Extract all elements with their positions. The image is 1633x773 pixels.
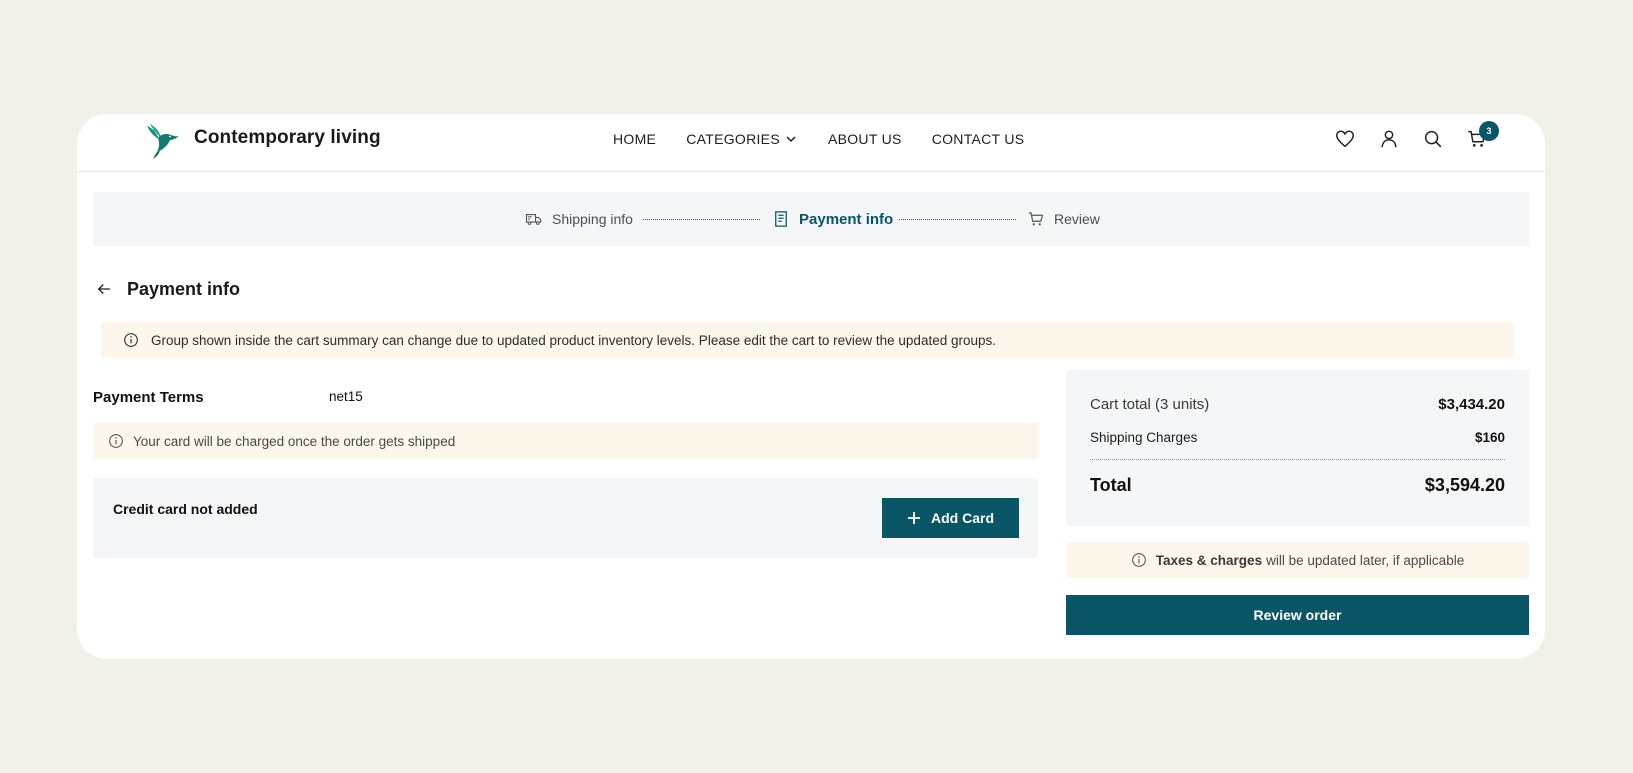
nav-contact-label: CONTACT US — [931, 131, 1025, 147]
tax-note: Taxes & charges will be updated later, i… — [1066, 542, 1529, 578]
cart-count-badge: 3 — [1479, 121, 1499, 141]
info-icon — [109, 434, 123, 448]
step-shipping-label: Shipping info — [552, 211, 633, 227]
add-card-label: Add Card — [931, 510, 994, 526]
page-title-row: Payment info — [93, 278, 240, 300]
total-value: $3,594.20 — [1424, 475, 1505, 495]
shipping-value: $160 — [1474, 430, 1505, 445]
cart-total-label: Cart total (3 units) — [1090, 396, 1210, 413]
order-summary: Cart total (3 units) $3,434.20 Shipping … — [1066, 370, 1529, 526]
inventory-alert: Group shown inside the cart summary can … — [101, 322, 1514, 358]
info-icon — [1131, 553, 1146, 567]
heart-icon[interactable] — [1323, 125, 1367, 153]
card-status: Credit card not added — [113, 501, 258, 517]
site-header: Contemporary living HOME CATEGORIES ABOU… — [77, 114, 1545, 172]
total-row: Total $3,594.20 — [1090, 475, 1505, 496]
inventory-alert-text: Group shown inside the cart summary can … — [151, 332, 996, 348]
charge-note-text: Your card will be charged once the order… — [133, 433, 456, 449]
payment-terms-label: Payment Terms — [93, 389, 204, 406]
page-title: Payment info — [127, 278, 241, 299]
cart-icon — [1028, 212, 1043, 226]
nav-home-label: HOME — [613, 131, 657, 147]
plus-icon — [908, 512, 920, 524]
review-order-label: Review order — [1253, 607, 1342, 623]
hummingbird-logo[interactable] — [141, 120, 181, 160]
header-actions: 3 — [1323, 121, 1499, 153]
tax-note-bold: Taxes & charges — [1155, 552, 1263, 568]
step-review-label: Review — [1054, 211, 1100, 227]
nav-categories[interactable]: CATEGORIES — [686, 131, 798, 147]
cart-icon[interactable]: 3 — [1455, 121, 1499, 153]
nav-categories-label: CATEGORIES — [686, 131, 780, 147]
checkout-stepper: Shipping info Payment info Review — [93, 192, 1529, 246]
cart-total-row: Cart total (3 units) $3,434.20 — [1090, 396, 1505, 413]
step-payment-label: Payment info — [799, 210, 894, 228]
cart-total-value: $3,434.20 — [1438, 396, 1505, 413]
stepper-connector — [643, 219, 760, 220]
summary-divider — [1090, 459, 1505, 460]
nav-home[interactable]: HOME — [613, 131, 656, 147]
credit-card-panel: Credit card not added Add Card — [93, 478, 1038, 558]
step-review[interactable]: Review — [1027, 192, 1100, 246]
nav-about[interactable]: ABOUT US — [828, 131, 902, 147]
review-order-button[interactable]: Review order — [1066, 595, 1529, 635]
shipping-label: Shipping Charges — [1090, 430, 1198, 445]
charge-note: Your card will be charged once the order… — [93, 423, 1038, 459]
stepper-connector — [899, 219, 1016, 220]
info-icon — [124, 333, 138, 347]
nav-contact[interactable]: CONTACT US — [932, 131, 1025, 147]
receipt-icon — [775, 211, 787, 227]
back-arrow-icon[interactable] — [93, 278, 115, 300]
chevron-down-icon — [786, 136, 796, 143]
app-window: Contemporary living HOME CATEGORIES ABOU… — [77, 114, 1545, 659]
step-payment-info[interactable]: Payment info — [772, 192, 893, 246]
search-icon[interactable] — [1411, 125, 1455, 153]
brand-name[interactable]: Contemporary living — [194, 127, 381, 149]
user-icon[interactable] — [1367, 125, 1411, 153]
shipping-row: Shipping Charges $160 — [1090, 430, 1505, 445]
payment-terms-value: net15 — [329, 389, 363, 404]
nav-about-label: ABOUT US — [827, 131, 902, 147]
total-label: Total — [1090, 475, 1132, 495]
step-shipping-info[interactable]: Shipping info — [525, 192, 633, 246]
add-card-button[interactable]: Add Card — [882, 498, 1019, 538]
main-nav: HOME CATEGORIES ABOUT US CONTACT US — [613, 131, 1054, 147]
truck-icon — [525, 213, 542, 225]
tax-note-text: will be updated later, if applicable — [1266, 552, 1465, 568]
